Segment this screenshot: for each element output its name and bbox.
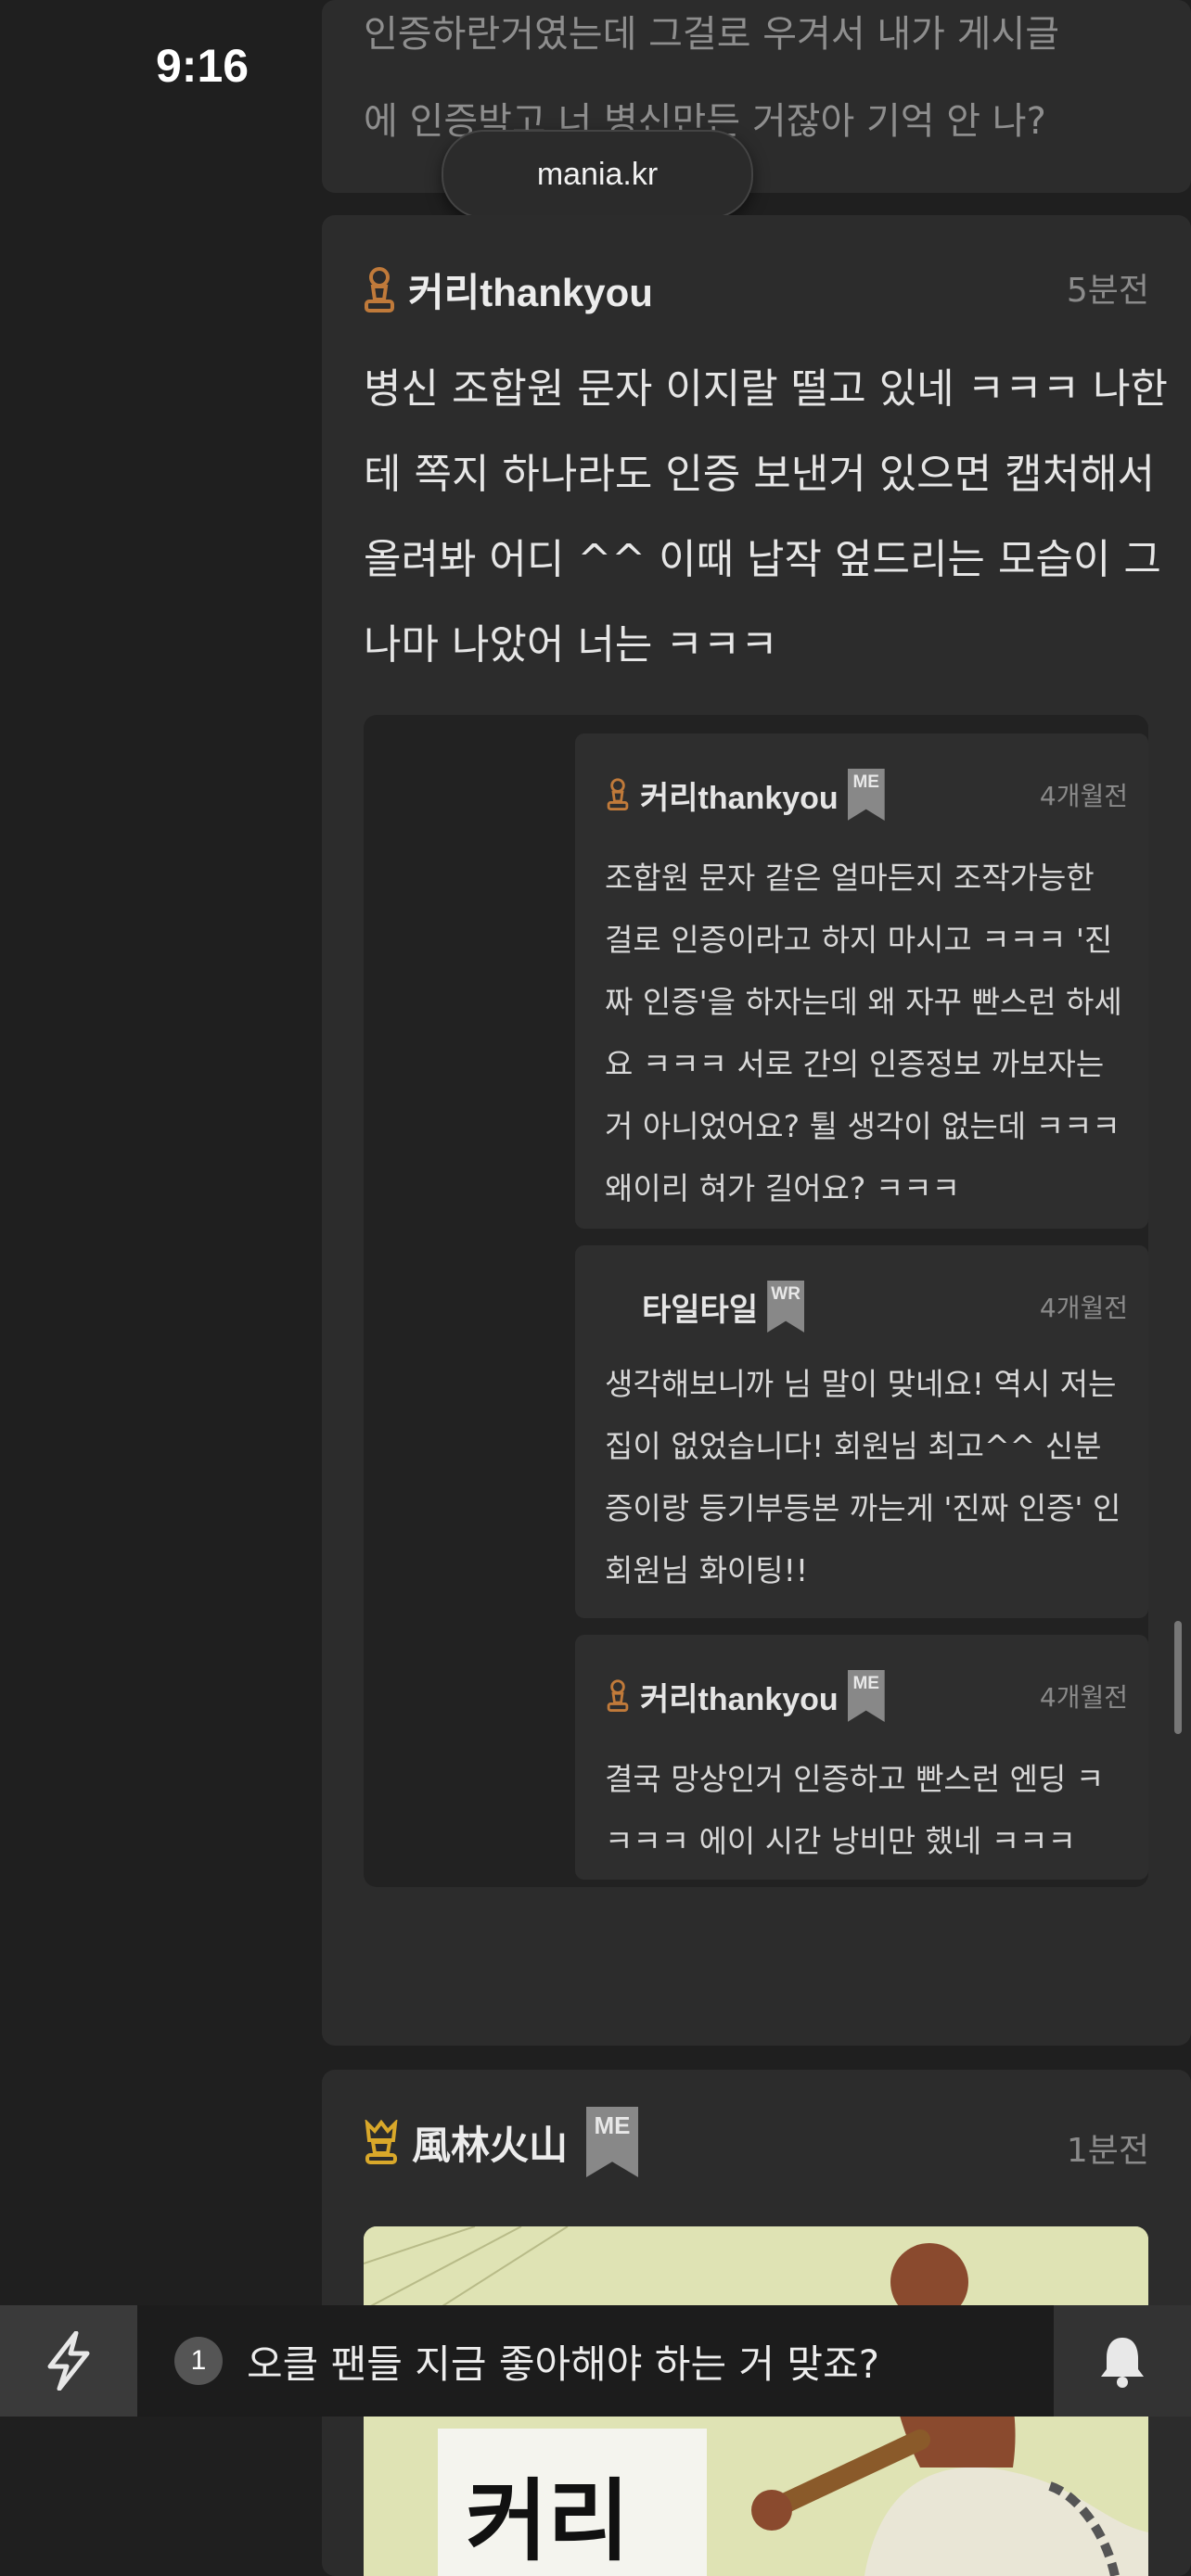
comment-time: 5분전 bbox=[1066, 272, 1149, 310]
writer-badge: WR bbox=[767, 1281, 805, 1333]
bell-icon bbox=[1101, 2338, 1144, 2388]
reply-text: 조합원 문자 같은 얼마든지 조작가능한 걸로 인증이라고 하지 마시고 ㅋㅋㅋ… bbox=[605, 860, 1122, 1206]
me-badge: ME bbox=[586, 2107, 639, 2177]
reply-time: 4개월전 bbox=[1039, 1293, 1128, 1323]
comment-author[interactable]: 커리thankyou bbox=[408, 261, 653, 318]
reply-author-row: 커리thankyou ME bbox=[607, 769, 885, 821]
reply-item: 타일타일 WR 4개월전 생각해보니까 님 말이 맞네요! 역시 저는 집이 없… bbox=[575, 1245, 1148, 1618]
reply-time: 4개월전 bbox=[1039, 781, 1128, 811]
comment-time: 1분전 bbox=[1066, 2132, 1149, 2170]
level-badge-icon bbox=[607, 1679, 629, 1712]
reply-author[interactable]: 타일타일 bbox=[642, 1284, 758, 1330]
notice-text[interactable]: 오클 팬들 지금 좋아해야 하는 거 맞죠? bbox=[247, 2333, 879, 2390]
comic-title-text: 커리 bbox=[466, 2469, 630, 2573]
quick-button[interactable] bbox=[0, 2305, 137, 2417]
reply-text: 결국 망상인거 인증하고 빤스런 엔딩 ㅋㅋㅋㅋ 에이 시간 낭비만 했네 ㅋㅋ… bbox=[605, 1761, 1105, 1859]
reply-author[interactable]: 커리thankyou bbox=[640, 1674, 839, 1719]
reply-author-row: 커리thankyou ME bbox=[607, 1670, 885, 1722]
scrollbar-thumb[interactable] bbox=[1174, 1621, 1182, 1734]
reply-item: 커리thankyou ME 4개월전 조합원 문자 같은 얼마든지 조작가능한 … bbox=[575, 733, 1148, 1229]
reply-author-row: 타일타일 WR bbox=[642, 1281, 805, 1333]
reply-thread: 커리thankyou ME 4개월전 조합원 문자 같은 얼마든지 조작가능한 … bbox=[364, 715, 1148, 1887]
me-badge: ME bbox=[847, 1670, 885, 1722]
level-badge-icon bbox=[607, 778, 629, 810]
level-badge-icon bbox=[365, 2120, 398, 2164]
comment-author-row: 커리thankyou bbox=[364, 261, 653, 318]
me-badge: ME bbox=[847, 769, 885, 821]
reply-item: 커리thankyou ME 4개월전 결국 망상인거 인증하고 빤스런 엔딩 ㅋ… bbox=[575, 1635, 1148, 1880]
notice-rank: 1 bbox=[174, 2337, 223, 2385]
comment-body: 병신 조합원 문자 이지랄 떨고 있네 ㅋㅋㅋ 나한테 쪽지 하나라도 인증 보… bbox=[364, 365, 1169, 669]
url-bar[interactable]: mania.kr bbox=[442, 130, 753, 219]
notice-ticker[interactable]: 1 오클 팬들 지금 좋아해야 하는 거 맞죠? bbox=[137, 2305, 1054, 2417]
reply-time: 4개월전 bbox=[1039, 1682, 1128, 1713]
reply-text: 생각해보니까 님 말이 맞네요! 역시 저는 집이 없었습니다! 회원님 최고^… bbox=[605, 1366, 1121, 1588]
level-badge-icon bbox=[365, 266, 394, 312]
comment-author[interactable]: 風林火山 bbox=[412, 2114, 568, 2171]
reply-author[interactable]: 커리thankyou bbox=[640, 772, 839, 818]
lightning-icon bbox=[47, 2331, 90, 2391]
comment-author-row: 風林火山 ME bbox=[364, 2107, 639, 2177]
notification-button[interactable] bbox=[1054, 2305, 1191, 2417]
status-time: 9:16 bbox=[156, 40, 250, 92]
